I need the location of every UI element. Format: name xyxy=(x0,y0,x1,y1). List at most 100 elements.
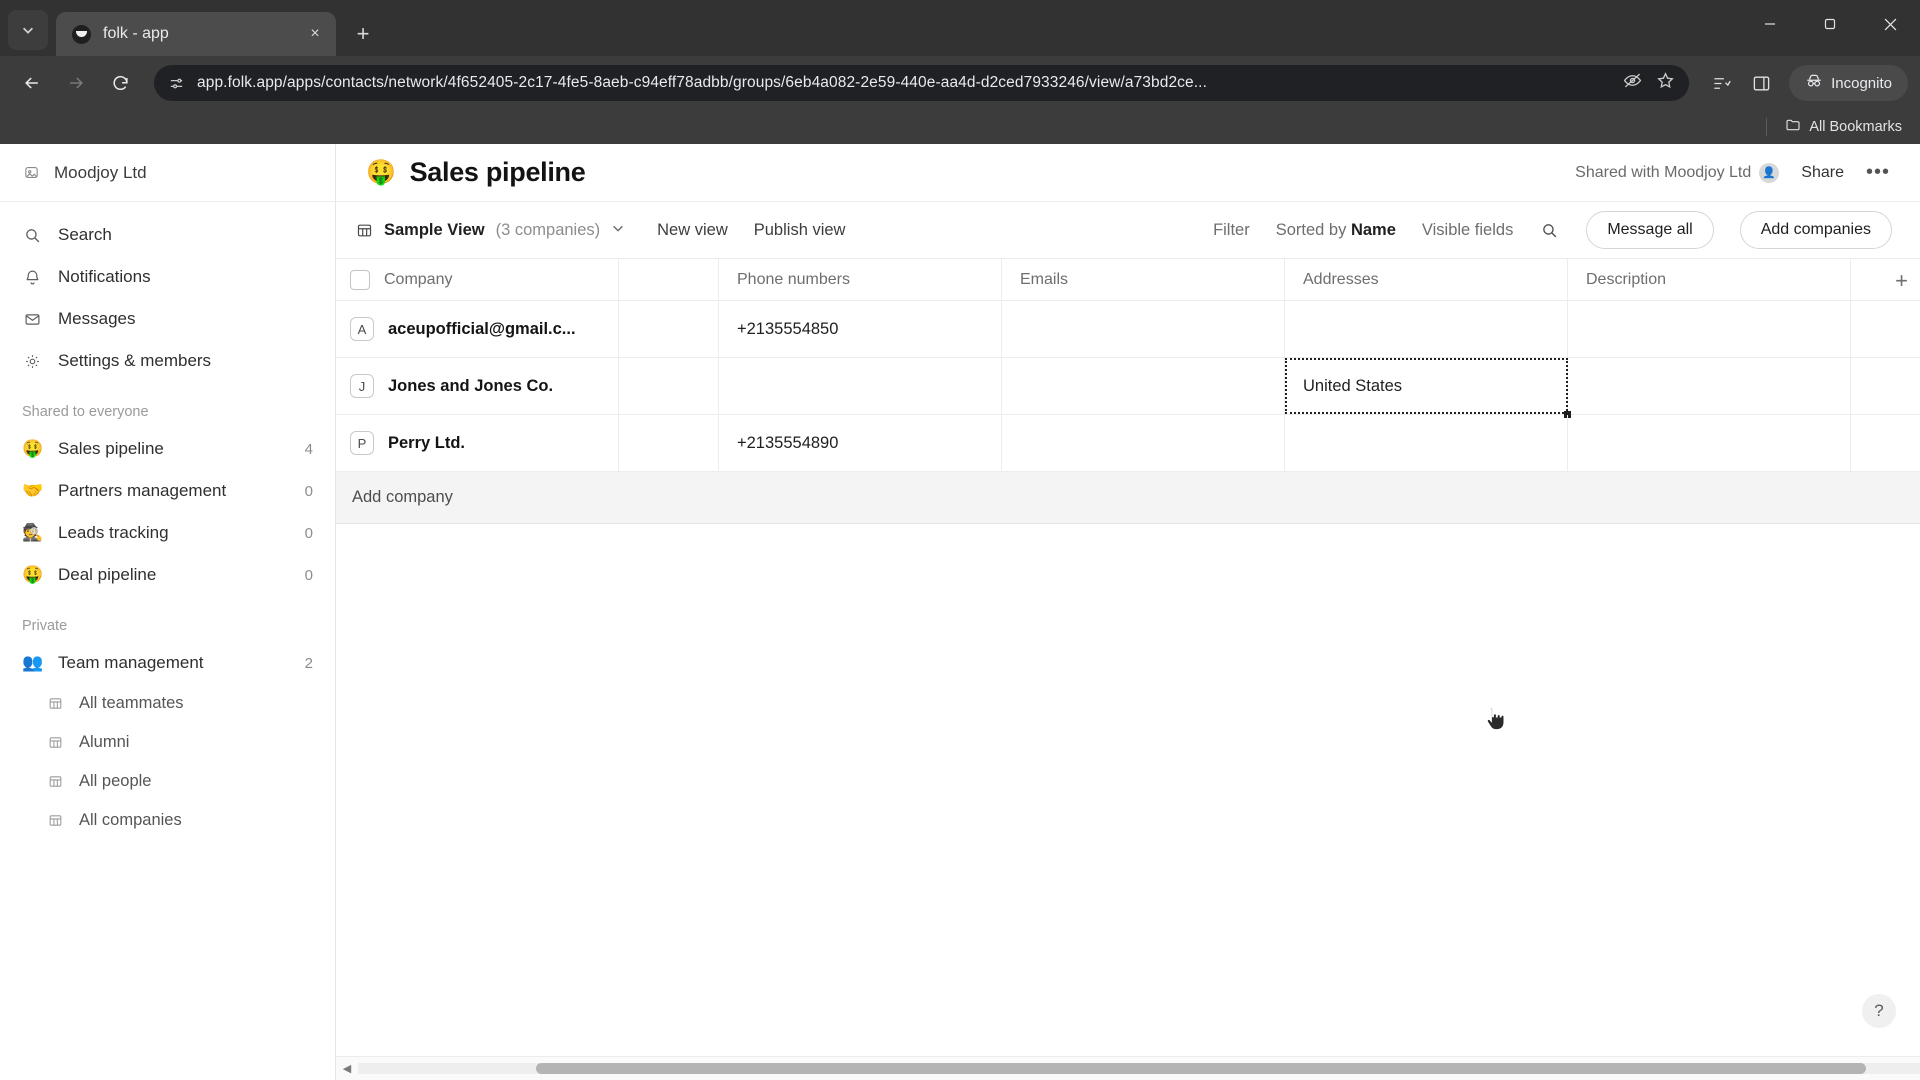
side-panel-icon[interactable] xyxy=(1743,65,1779,101)
eye-crossed-icon[interactable] xyxy=(1623,71,1642,95)
bell-icon xyxy=(22,269,42,286)
scroll-left-arrow-icon[interactable]: ◀ xyxy=(336,1062,358,1075)
help-button[interactable]: ? xyxy=(1862,994,1896,1028)
cell-phone[interactable]: +2135554890 xyxy=(719,415,1002,471)
cell-description[interactable] xyxy=(1568,415,1851,471)
cell-address-selected[interactable]: United States xyxy=(1285,358,1571,418)
cell-blank[interactable] xyxy=(619,415,719,471)
sidebar-subitem-all-people[interactable]: All people xyxy=(0,762,335,801)
scrollbar-thumb[interactable] xyxy=(536,1063,1866,1074)
back-arrow-icon[interactable] xyxy=(12,63,52,103)
sidebar-item-settings-members[interactable]: Settings & members xyxy=(0,340,335,382)
add-company-row[interactable]: Add company xyxy=(336,472,1920,524)
cell-address-value: United States xyxy=(1303,376,1403,395)
workspace-switcher[interactable]: Moodjoy Ltd xyxy=(0,144,335,202)
avatar: A xyxy=(350,317,374,341)
cell-description[interactable] xyxy=(1568,301,1851,357)
column-header-emails[interactable]: Emails xyxy=(1002,259,1285,300)
column-header-description[interactable]: Description xyxy=(1568,259,1851,300)
reading-list-icon[interactable] xyxy=(1703,65,1739,101)
browser-tab[interactable]: folk - app × xyxy=(56,12,336,56)
cell-email[interactable] xyxy=(1002,415,1285,471)
sidebar-item-leads-tracking[interactable]: 🕵️ Leads tracking 0 xyxy=(0,512,335,554)
column-header-addresses[interactable]: Addresses xyxy=(1285,259,1568,300)
column-label-phone-numbers: Phone numbers xyxy=(737,270,850,288)
sidebar-item-deal-pipeline[interactable]: 🤑 Deal pipeline 0 xyxy=(0,554,335,596)
cell-company[interactable]: P Perry Ltd. xyxy=(336,415,619,471)
tab-strip: folk - app × + xyxy=(0,0,1920,56)
sidebar: Moodjoy Ltd Search Notifications Message… xyxy=(0,144,336,1080)
table-icon xyxy=(48,813,66,828)
star-icon[interactable] xyxy=(1656,71,1675,95)
scrollbar-track[interactable] xyxy=(358,1063,1920,1074)
tab-search-button[interactable] xyxy=(8,10,48,50)
cell-phone[interactable] xyxy=(719,358,1002,414)
table-row[interactable]: P Perry Ltd. +2135554890 xyxy=(336,415,1920,472)
cell-email[interactable] xyxy=(1002,358,1285,414)
cell-address[interactable] xyxy=(1285,301,1568,357)
filter-button[interactable]: Filter xyxy=(1213,221,1250,240)
address-bar[interactable]: app.folk.app/apps/contacts/network/4f652… xyxy=(154,65,1690,101)
sidebar-subitem-all-companies[interactable]: All companies xyxy=(0,801,335,840)
sorted-by-button[interactable]: Sorted by Name xyxy=(1276,221,1396,240)
sidebar-item-notifications[interactable]: Notifications xyxy=(0,256,335,298)
column-label-description: Description xyxy=(1586,270,1667,288)
cell-blank[interactable] xyxy=(619,301,719,357)
shared-with-indicator[interactable]: Shared with Moodjoy Ltd 👤 xyxy=(1575,162,1780,183)
gear-icon xyxy=(22,353,42,370)
select-all-checkbox[interactable] xyxy=(350,269,370,290)
avatar: J xyxy=(350,374,374,398)
table-row[interactable]: A aceupofficial@gmail.c... +2135554850 xyxy=(336,301,1920,358)
column-header-blank[interactable] xyxy=(619,259,719,300)
sidebar-item-sales-pipeline[interactable]: 🤑 Sales pipeline 4 xyxy=(0,428,335,470)
sidebar-item-partners-management[interactable]: 🤝 Partners management 0 xyxy=(0,470,335,512)
sidebar-label-partners-management: Partners management xyxy=(58,481,227,500)
sidebar-item-search[interactable]: Search xyxy=(0,214,335,256)
cell-email[interactable] xyxy=(1002,301,1285,357)
column-header-phone-numbers[interactable]: Phone numbers xyxy=(719,259,1002,300)
sidebar-label-notifications: Notifications xyxy=(58,267,151,286)
visible-fields-button[interactable]: Visible fields xyxy=(1422,221,1513,240)
sidebar-sublabel-all-teammates: All teammates xyxy=(79,694,184,712)
chevron-down-icon[interactable] xyxy=(611,221,625,240)
sidebar-subitem-all-teammates[interactable]: All teammates xyxy=(0,684,335,723)
add-companies-button[interactable]: Add companies xyxy=(1739,211,1892,249)
cell-company[interactable]: J Jones and Jones Co. xyxy=(336,358,619,414)
sidebar-subitem-alumni[interactable]: Alumni xyxy=(0,723,335,762)
message-all-button[interactable]: Message all xyxy=(1586,211,1714,249)
search-icon[interactable] xyxy=(1539,222,1560,239)
horizontal-scrollbar[interactable]: ◀ xyxy=(336,1056,1920,1080)
sidebar-sublabel-all-companies: All companies xyxy=(79,811,182,829)
share-button[interactable]: Share xyxy=(1801,164,1844,182)
reload-icon[interactable] xyxy=(100,63,140,103)
close-window-icon[interactable] xyxy=(1860,0,1920,48)
cell-address[interactable] xyxy=(1285,415,1568,471)
table-row[interactable]: J Jones and Jones Co. United States xyxy=(336,358,1920,418)
cell-phone[interactable]: +2135554850 xyxy=(719,301,1002,357)
column-header-company[interactable]: Company xyxy=(336,259,619,300)
new-view-button[interactable]: New view xyxy=(657,221,728,240)
forward-arrow-icon[interactable] xyxy=(56,63,96,103)
sidebar-nav: Search Notifications Messages Settings &… xyxy=(0,202,335,382)
sidebar-label-deal-pipeline: Deal pipeline xyxy=(58,565,157,584)
new-tab-button[interactable]: + xyxy=(346,17,380,51)
sidebar-item-messages[interactable]: Messages xyxy=(0,298,335,340)
sidebar-item-team-management[interactable]: 👥 Team management 2 xyxy=(0,642,335,684)
browser-window: folk - app × + app.folk.app/apps/contact… xyxy=(0,0,1920,1080)
minimize-icon[interactable] xyxy=(1740,0,1800,48)
page-content: Moodjoy Ltd Search Notifications Message… xyxy=(0,144,1920,1080)
close-icon[interactable]: × xyxy=(304,23,326,45)
site-settings-icon[interactable] xyxy=(168,75,185,92)
add-column-button[interactable]: + xyxy=(1895,268,1908,294)
workspace-logo-icon xyxy=(22,164,40,182)
folder-icon xyxy=(1785,117,1801,137)
publish-view-button[interactable]: Publish view xyxy=(754,221,846,240)
incognito-profile-button[interactable]: Incognito xyxy=(1789,65,1908,101)
cell-blank[interactable] xyxy=(619,358,719,414)
maximize-icon[interactable] xyxy=(1800,0,1860,48)
cell-company[interactable]: A aceupofficial@gmail.c... xyxy=(336,301,619,357)
more-options-button[interactable]: ••• xyxy=(1866,161,1890,184)
cell-description[interactable] xyxy=(1568,358,1851,414)
view-selector[interactable]: Sample View (3 companies) xyxy=(350,221,631,240)
all-bookmarks-button[interactable]: All Bookmarks xyxy=(1785,117,1902,137)
